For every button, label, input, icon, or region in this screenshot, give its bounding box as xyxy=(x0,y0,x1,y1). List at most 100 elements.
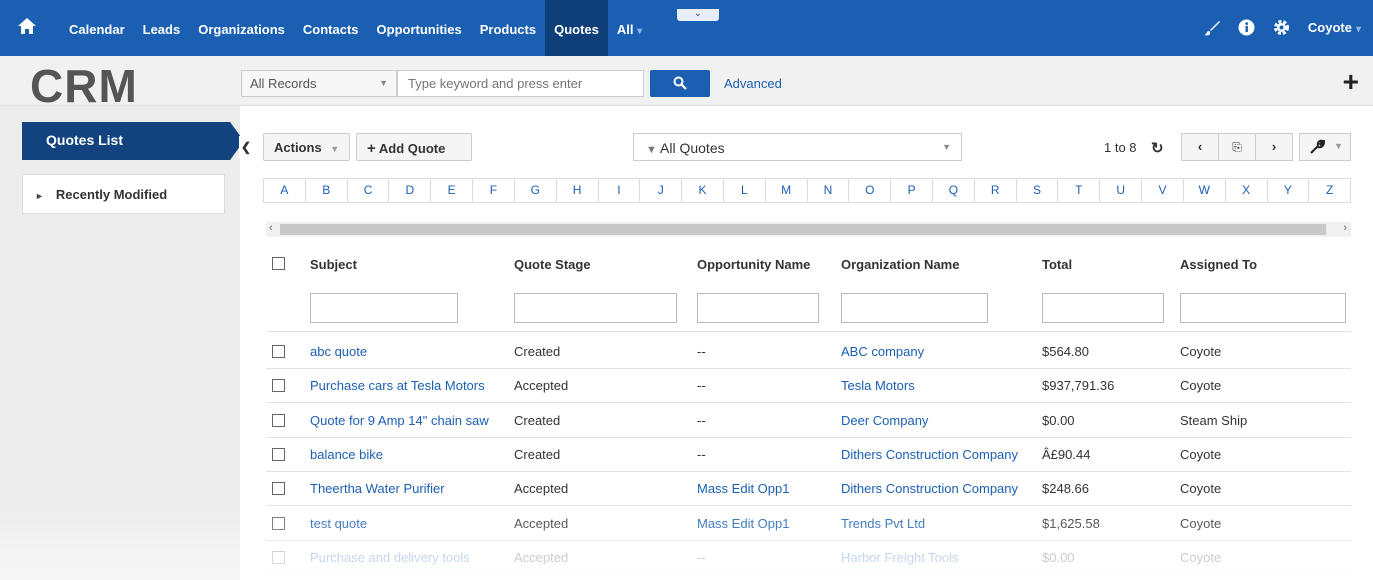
alpha-filter-letter[interactable]: Y xyxy=(1268,179,1310,202)
select-all-checkbox[interactable] xyxy=(272,257,285,270)
quote-subject-link[interactable]: Quote for 9 Amp 14" chain saw xyxy=(310,413,489,428)
alpha-filter-letter[interactable]: N xyxy=(808,179,850,202)
row-checkbox[interactable] xyxy=(272,413,285,427)
records-type-select[interactable]: All Records ▼ xyxy=(241,70,397,97)
column-header[interactable]: Quote Stage xyxy=(514,257,591,272)
column-header[interactable]: Assigned To xyxy=(1180,257,1257,272)
quote-subject-link[interactable]: abc quote xyxy=(310,344,367,359)
quote-subject-link[interactable]: balance bike xyxy=(310,447,383,462)
alpha-filter-letter[interactable]: V xyxy=(1142,179,1184,202)
search-button[interactable] xyxy=(650,70,710,97)
scroll-right-icon[interactable]: › xyxy=(1343,222,1347,234)
row-checkbox[interactable] xyxy=(272,379,285,393)
column-filter-input[interactable] xyxy=(310,293,458,323)
organization-link[interactable]: Deer Company xyxy=(841,413,928,428)
table-row[interactable]: test quote Accepted Mass Edit Opp1 Trends P… xyxy=(266,507,1351,541)
alpha-filter-letter[interactable]: L xyxy=(724,179,766,202)
nav-products[interactable]: Products xyxy=(471,0,545,56)
sidebar-quotes-list[interactable]: Quotes List xyxy=(22,122,244,160)
table-row[interactable]: Quote for 9 Amp 14" chain saw Created -- De… xyxy=(266,404,1351,438)
nav-organizations[interactable]: Organizations xyxy=(189,0,294,56)
crm-logo[interactable]: CRM xyxy=(30,59,138,113)
column-header[interactable]: Organization Name xyxy=(841,257,959,272)
alpha-filter-letter[interactable]: F xyxy=(473,179,515,202)
table-row[interactable]: Purchase and delivery tools Accepted -- Har… xyxy=(266,541,1351,575)
quote-subject-link[interactable]: test quote xyxy=(310,516,367,531)
more-toggle-chevron-icon[interactable]: ⌄ xyxy=(677,9,719,21)
column-filter-input[interactable] xyxy=(1042,293,1164,323)
actions-button[interactable]: Actions ▼ xyxy=(263,133,350,161)
refresh-icon[interactable]: ↻ xyxy=(1151,139,1164,157)
organization-link[interactable]: Dithers Construction Company xyxy=(841,447,1018,462)
alpha-filter-letter[interactable]: U xyxy=(1100,179,1143,202)
alpha-filter-letter[interactable]: B xyxy=(306,179,348,202)
list-filter-select[interactable]: ▼ All Quotes ▼ xyxy=(633,133,962,161)
home-icon[interactable] xyxy=(18,18,40,40)
alpha-filter-letter[interactable]: H xyxy=(557,179,599,202)
table-row[interactable]: Theertha Water Purifier Accepted Mass Edit… xyxy=(266,472,1351,507)
alpha-filter-letter[interactable]: R xyxy=(975,179,1017,202)
row-checkbox[interactable] xyxy=(272,482,285,496)
alpha-filter-letter[interactable]: C xyxy=(348,179,390,202)
nav-calendar[interactable]: Calendar xyxy=(60,0,134,56)
alpha-filter-letter[interactable]: I xyxy=(599,179,641,202)
horizontal-scrollbar[interactable]: ‹ › xyxy=(266,222,1351,237)
table-row[interactable]: abc quote Created -- ABC company $564.80 Coyo… xyxy=(266,335,1351,369)
collapse-sidebar-chevron-left-icon[interactable]: ❮ xyxy=(239,136,253,158)
alpha-filter-letter[interactable]: A xyxy=(264,179,306,202)
nav-leads[interactable]: Leads xyxy=(134,0,190,56)
alpha-filter-letter[interactable]: J xyxy=(640,179,683,202)
global-search-input[interactable] xyxy=(397,70,644,97)
alpha-filter-letter[interactable]: G xyxy=(515,179,557,202)
scroll-left-icon[interactable]: ‹ xyxy=(269,222,273,234)
column-filter-input[interactable] xyxy=(514,293,677,323)
alpha-filter-letter[interactable]: D xyxy=(389,179,432,202)
alpha-filter-letter[interactable]: Z xyxy=(1309,179,1350,202)
opportunity-name[interactable]: Mass Edit Opp1 xyxy=(697,516,790,531)
user-menu[interactable]: Coyote ▾ xyxy=(1308,20,1361,35)
alpha-filter-letter[interactable]: S xyxy=(1017,179,1059,202)
column-filter-input[interactable] xyxy=(697,293,819,323)
opportunity-name[interactable]: Mass Edit Opp1 xyxy=(697,481,790,496)
gear-icon[interactable] xyxy=(1273,19,1290,36)
alpha-filter-letter[interactable]: P xyxy=(891,179,933,202)
row-checkbox[interactable] xyxy=(272,516,285,530)
alpha-filter-letter[interactable]: M xyxy=(766,179,808,202)
nav-quotes[interactable]: Quotes xyxy=(545,0,608,56)
alpha-filter-letter[interactable]: K xyxy=(682,179,724,202)
nav-contacts[interactable]: Contacts xyxy=(294,0,368,56)
next-page-chevron-right-icon[interactable]: › xyxy=(1256,134,1292,160)
prev-page-chevron-left-icon[interactable]: ‹ xyxy=(1182,134,1219,160)
alpha-filter-letter[interactable]: Q xyxy=(933,179,975,202)
alpha-filter-letter[interactable]: O xyxy=(849,179,892,202)
quick-create-plus-icon[interactable]: + xyxy=(1343,68,1359,96)
column-header[interactable]: Opportunity Name xyxy=(697,257,810,272)
advanced-search-link[interactable]: Advanced xyxy=(724,76,782,91)
row-checkbox[interactable] xyxy=(272,447,285,461)
column-header[interactable]: Subject xyxy=(310,257,357,272)
row-checkbox[interactable] xyxy=(272,550,285,564)
row-checkbox[interactable] xyxy=(272,345,285,358)
sidebar-recently-modified[interactable]: ► Recently Modified xyxy=(22,174,225,214)
list-settings-button[interactable]: ▼ xyxy=(1299,133,1351,161)
quote-subject-link[interactable]: Purchase cars at Tesla Motors xyxy=(310,378,485,393)
brush-icon[interactable] xyxy=(1203,20,1220,36)
nav-opportunities[interactable]: Opportunities xyxy=(368,0,471,56)
quote-subject-link[interactable]: Theertha Water Purifier xyxy=(310,481,445,496)
nav-all-menu[interactable]: All ▾ xyxy=(608,0,651,56)
organization-link[interactable]: Tesla Motors xyxy=(841,378,915,393)
info-icon[interactable] xyxy=(1238,19,1255,36)
column-filter-input[interactable] xyxy=(841,293,988,323)
scrollbar-thumb[interactable] xyxy=(280,224,1326,235)
column-header[interactable]: Total xyxy=(1042,257,1072,272)
organization-link[interactable]: ABC company xyxy=(841,344,924,359)
alpha-filter-letter[interactable]: W xyxy=(1184,179,1226,202)
quote-subject-link[interactable]: Purchase and delivery tools xyxy=(310,550,470,565)
organization-link[interactable]: Dithers Construction Company xyxy=(841,481,1018,496)
organization-link[interactable]: Trends Pvt Ltd xyxy=(841,516,925,531)
alpha-filter-letter[interactable]: E xyxy=(431,179,474,202)
add-quote-button[interactable]: + Add Quote xyxy=(356,133,472,161)
page-jump-icon[interactable]: ⎘ xyxy=(1219,134,1256,160)
column-filter-input[interactable] xyxy=(1180,293,1346,323)
alpha-filter-letter[interactable]: X xyxy=(1226,179,1268,202)
